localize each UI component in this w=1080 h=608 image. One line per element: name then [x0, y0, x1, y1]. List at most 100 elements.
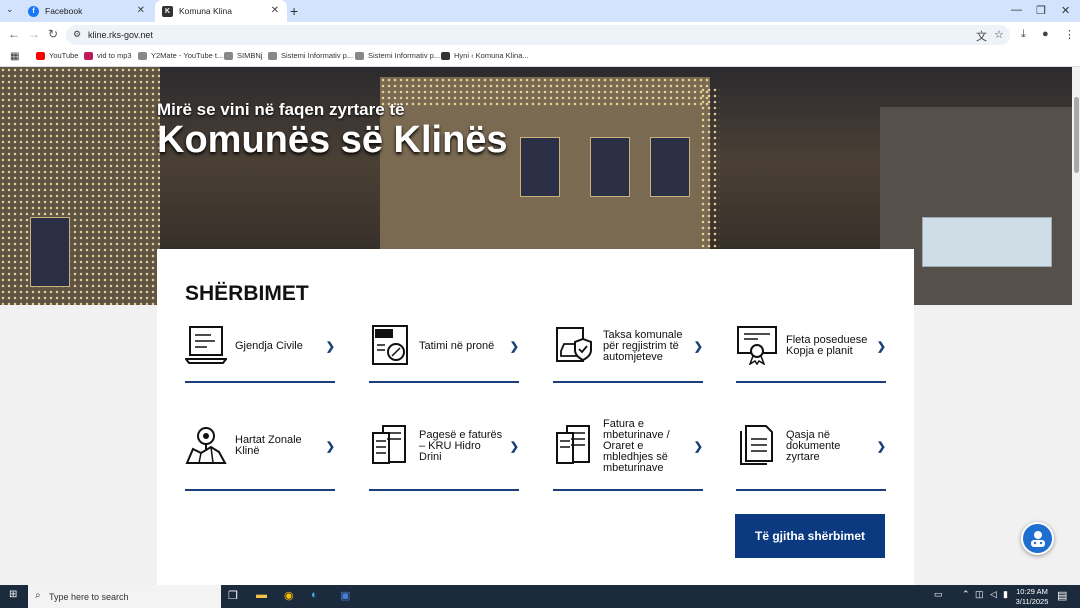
windows-start-icon[interactable]: ⊞ [9, 589, 17, 600]
chevron-right-icon[interactable]: ❯ [326, 440, 335, 453]
bookmark-sistemi-1[interactable]: Sistemi Informativ p... [268, 51, 353, 60]
facebook-icon: f [28, 5, 39, 17]
file-explorer-icon[interactable]: ▬ [256, 589, 267, 601]
service-card[interactable]: Qasja në dokumente zyrtare ❯ [736, 425, 886, 491]
service-label: Gjendja Civile [235, 339, 303, 352]
taskbar-search[interactable]: ⌕ Type here to search [28, 585, 221, 608]
clock-date: 3/11/2025 [1015, 596, 1049, 606]
hero-welcome-text: Mirë se vini në faqen zyrtare të [157, 100, 405, 119]
service-label: Qasja në dokumente zyrtare [786, 428, 841, 463]
tab-bar: ⌄ f Facebook ✕ K Komuna Klina ✕ + — ❐ ✕ [0, 0, 1080, 22]
chat-assistant-button[interactable] [1021, 522, 1054, 555]
taskbar: ⊞ ⌕ Type here to search ❐ ▬ ◉ ◐ ▣ ▭ ⌃ ◫ … [0, 585, 1080, 608]
service-card[interactable]: Hartat Zonale Klinë ❯ [185, 425, 335, 491]
menu-icon[interactable]: ⋮ [1064, 28, 1075, 41]
maximize-icon[interactable]: ❐ [1036, 4, 1046, 17]
tray-chevron-icon[interactable]: ⌃ [962, 589, 970, 600]
reload-icon[interactable]: ↻ [48, 27, 58, 41]
profile-icon[interactable]: ● [1042, 28, 1049, 40]
bookmark-favicon-icon [84, 51, 93, 60]
service-label: Pagesë e faturës – KRU Hidro Drini [419, 428, 503, 463]
service-label: Taksa komunale për regjistrim të automje… [603, 328, 683, 363]
back-icon[interactable]: ← [8, 27, 20, 41]
bookmark-simbnj[interactable]: SIMBNj [224, 51, 262, 60]
url-text: kline.rks-gov.net [88, 30, 153, 40]
task-view-icon[interactable]: ❐ [228, 589, 238, 602]
hero-lights-image [380, 77, 710, 107]
chrome-icon[interactable]: ◉ [284, 589, 294, 602]
search-icon: ⌕ [35, 590, 41, 601]
chevron-right-icon[interactable]: ❯ [510, 340, 519, 353]
tab-komuna-klina[interactable]: K Komuna Klina ✕ [155, 0, 287, 22]
service-label: Tatimi në pronë [419, 339, 495, 352]
site-info-icon[interactable]: ⚙ [73, 29, 81, 40]
service-card[interactable]: Gjendja Civile ❯ [185, 325, 335, 383]
service-card[interactable]: Tatimi në pronë ❯ [369, 325, 519, 383]
page-scrollbar[interactable] [1072, 67, 1080, 585]
service-card[interactable]: Fleta poseduese Kopja e planit ❯ [736, 325, 886, 383]
service-label: Fatura e mbeturinave / Oraret e mbledhje… [603, 417, 670, 474]
tab-search-icon[interactable]: ⌄ [6, 4, 14, 15]
close-icon[interactable]: ✕ [271, 5, 279, 16]
minimize-icon[interactable]: — [1011, 4, 1022, 16]
taskbar-clock[interactable]: 10:29 AM 3/11/2025 [1014, 587, 1050, 606]
chevron-right-icon[interactable]: ❯ [877, 440, 886, 453]
chevron-right-icon[interactable]: ❯ [510, 440, 519, 453]
chatbot-icon [1030, 530, 1045, 547]
chevron-right-icon[interactable]: ❯ [326, 340, 335, 353]
apps-icon[interactable]: ▦ [10, 51, 19, 62]
invoice-list-icon [556, 425, 590, 464]
site-favicon-icon: K [162, 5, 173, 17]
documents-icon [740, 425, 773, 465]
hero-window-image [650, 137, 690, 197]
bookmark-favicon-icon [268, 51, 277, 60]
bookmark-sistemi-2[interactable]: Sistemi Informativ p... [355, 51, 440, 60]
tab-title: Komuna Klina [179, 6, 232, 16]
service-label: Fleta poseduese Kopja e planit [786, 334, 868, 357]
tab-facebook[interactable]: f Facebook ✕ [20, 0, 153, 22]
download-icon[interactable]: ⤓ [1021, 28, 1026, 41]
scrollbar-thumb[interactable] [1074, 97, 1079, 173]
services-heading: SHËRBIMET [185, 282, 309, 305]
battery-icon[interactable]: ▮ [1003, 589, 1008, 600]
new-tab-icon[interactable]: + [290, 3, 298, 19]
bookmarks-bar: ▦ YouTube vid to mp3 Y2Mate - YouTube t.… [0, 48, 1080, 67]
search-placeholder: Type here to search [49, 591, 129, 602]
tax-document-icon [372, 325, 408, 365]
bookmark-favicon-icon [441, 51, 450, 60]
hero-title: Komunës së Klinës [157, 119, 508, 161]
web-page: Mirë se vini në faqen zyrtare të Komunës… [0, 67, 1072, 585]
hero-lights-image [0, 67, 160, 305]
certificate-icon [737, 326, 777, 365]
keyboard-icon[interactable]: ▭ [934, 589, 943, 600]
word-icon[interactable]: ▣ [340, 589, 350, 602]
bookmark-y2mate[interactable]: Y2Mate - YouTube t... [138, 51, 223, 60]
bookmark-star-icon[interactable]: ☆ [994, 28, 1004, 41]
bookmark-hyni[interactable]: Hyni ‹ Komuna Klina... [441, 51, 529, 60]
all-services-button[interactable]: Të gjitha shërbimet [735, 514, 885, 558]
network-icon[interactable]: ◫ [975, 589, 984, 600]
chevron-right-icon[interactable]: ❯ [694, 340, 703, 353]
service-label: Hartat Zonale Klinë [235, 434, 302, 457]
service-card[interactable]: Fatura e mbeturinave / Oraret e mbledhje… [553, 417, 703, 491]
volume-icon[interactable]: ◁ [990, 589, 997, 600]
receipt-icon [372, 425, 406, 464]
address-bar[interactable]: ⚙ kline.rks-gov.net [66, 25, 1010, 45]
map-pin-icon [185, 427, 227, 464]
bookmark-youtube[interactable]: YouTube [36, 51, 78, 60]
notification-icon[interactable]: ▤ [1057, 589, 1067, 602]
bookmark-vid-to-mp3[interactable]: vid to mp3 [84, 51, 132, 60]
bookmark-favicon-icon [138, 51, 147, 60]
chevron-right-icon[interactable]: ❯ [694, 440, 703, 453]
edge-icon[interactable]: ◐ [311, 589, 318, 601]
close-icon[interactable]: ✕ [137, 5, 145, 16]
service-card[interactable]: Taksa komunale për regjistrim të automje… [553, 325, 703, 383]
hero-window-image [520, 137, 560, 197]
chevron-right-icon[interactable]: ❯ [877, 340, 886, 353]
forward-icon[interactable]: → [28, 27, 40, 41]
services-panel: SHËRBIMET Gjendja Civile ❯ Tatimi në pro… [157, 249, 914, 585]
browser-toolbar: ← → ↻ ⚙ kline.rks-gov.net 文 ☆ ⤓ ● ⋮ [0, 22, 1080, 48]
close-window-icon[interactable]: ✕ [1061, 4, 1070, 17]
translate-icon[interactable]: 文 [976, 28, 987, 44]
service-card[interactable]: Pagesë e faturës – KRU Hidro Drini ❯ [369, 425, 519, 491]
